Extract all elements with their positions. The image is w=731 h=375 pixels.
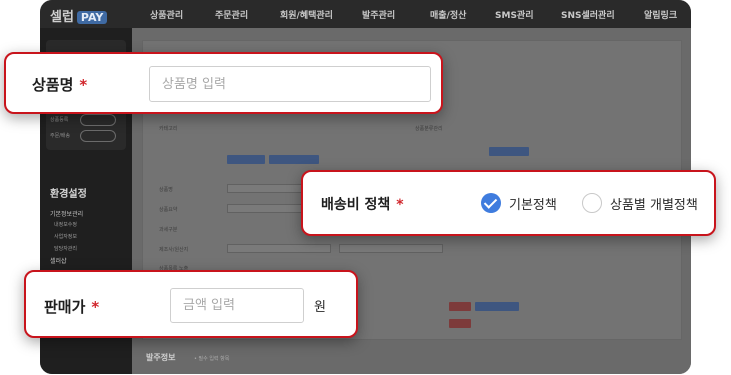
shortcut-label-product: 상품등록	[50, 117, 69, 123]
top-navigation-bar: 셀럽 PAY 상품관리 주문관리 회원/혜택관리 발주관리 매출/정산 SMS관리…	[40, 0, 691, 28]
sidebar-subsection-basic-info[interactable]: 기본정보관리	[50, 209, 83, 218]
radio-empty-icon	[582, 193, 602, 213]
display-select-button[interactable]	[489, 147, 529, 156]
nav-order-management[interactable]: 주문관리	[215, 8, 248, 21]
brand-logo[interactable]: 셀럽 PAY	[50, 6, 108, 25]
form-label-tax: 과세구분	[159, 227, 178, 233]
required-note: • 필수 입력 항목	[194, 356, 230, 362]
required-asterisk: *	[396, 197, 404, 213]
form-label-display: 상품분류관리	[415, 126, 443, 132]
product-name-input[interactable]	[149, 66, 431, 102]
sidebar-subsection-seller-shop[interactable]: 셀러샵	[50, 256, 67, 265]
required-asterisk: *	[91, 298, 100, 316]
checkmark-icon	[481, 193, 501, 213]
form-label-category: 카테고리	[159, 126, 178, 132]
nav-sms-management[interactable]: SMS관리	[495, 8, 533, 21]
product-name-callout: 상품명 *	[4, 52, 443, 114]
sidebar-item-business-info[interactable]: 사업자정보	[54, 233, 77, 240]
form-label-product-name: 상품명	[159, 187, 173, 193]
radio-default-policy[interactable]: 기본정책	[481, 193, 557, 213]
standard-category-button[interactable]	[269, 155, 319, 164]
form-label-manufacturer: 제조사/원산지	[159, 247, 189, 253]
nav-sns-seller[interactable]: SNS셀러관리	[561, 8, 615, 21]
order-info-title: 발주정보	[146, 353, 176, 362]
bg-manufacturer-input[interactable]	[227, 244, 331, 253]
bg-delete-button[interactable]	[449, 302, 471, 311]
radio-per-product-policy-label: 상품별 개별정책	[610, 197, 698, 213]
bg-origin-input[interactable]	[339, 244, 443, 253]
sale-price-callout: 판매가 * 원	[24, 270, 358, 338]
radio-per-product-policy[interactable]: 상품별 개별정책	[582, 193, 698, 213]
sidebar-logout-button[interactable]	[80, 114, 116, 126]
sidebar-settlement-button[interactable]	[80, 130, 116, 142]
nav-alimlink[interactable]: 알림링크	[644, 8, 677, 21]
bg-add-description-button[interactable]	[475, 302, 519, 311]
nav-product-management[interactable]: 상품관리	[150, 8, 183, 21]
product-name-label: 상품명 *	[32, 74, 87, 95]
sale-price-input[interactable]	[170, 288, 304, 323]
logo-pay-badge: PAY	[76, 11, 108, 24]
sale-price-label-text: 판매가	[44, 298, 86, 316]
shipping-policy-label-text: 배송비 정책	[321, 197, 391, 213]
sidebar-section-title: 환경설정	[50, 189, 87, 200]
shipping-policy-label: 배송비 정책 *	[321, 194, 404, 214]
nav-sales-settlement[interactable]: 매출/정산	[430, 8, 466, 21]
screen: 셀럽 PAY 상품관리 주문관리 회원/혜택관리 발주관리 매출/정산 SMS관리…	[0, 0, 731, 375]
form-label-summary: 상품요약	[159, 207, 178, 213]
nav-member-benefits[interactable]: 회원/혜택관리	[280, 8, 333, 21]
product-name-label-text: 상품명	[32, 76, 74, 94]
bg-delete-button-2[interactable]	[449, 319, 471, 328]
category-select-button[interactable]	[227, 155, 265, 164]
nav-purchase-order[interactable]: 발주관리	[362, 8, 395, 21]
currency-unit: 원	[314, 300, 326, 315]
sidebar-item-manager[interactable]: 담당자관리	[54, 245, 77, 252]
required-asterisk: *	[79, 76, 88, 94]
sale-price-label: 판매가 *	[44, 296, 99, 317]
radio-default-policy-label: 기본정책	[509, 197, 557, 213]
shipping-policy-callout: 배송비 정책 * 기본정책 상품별 개별정책	[301, 170, 716, 236]
logo-text: 셀럽	[50, 10, 74, 25]
shortcut-label-order: 주문/배송	[50, 133, 71, 139]
sidebar-item-edit-profile[interactable]: 내정보수정	[54, 221, 77, 228]
